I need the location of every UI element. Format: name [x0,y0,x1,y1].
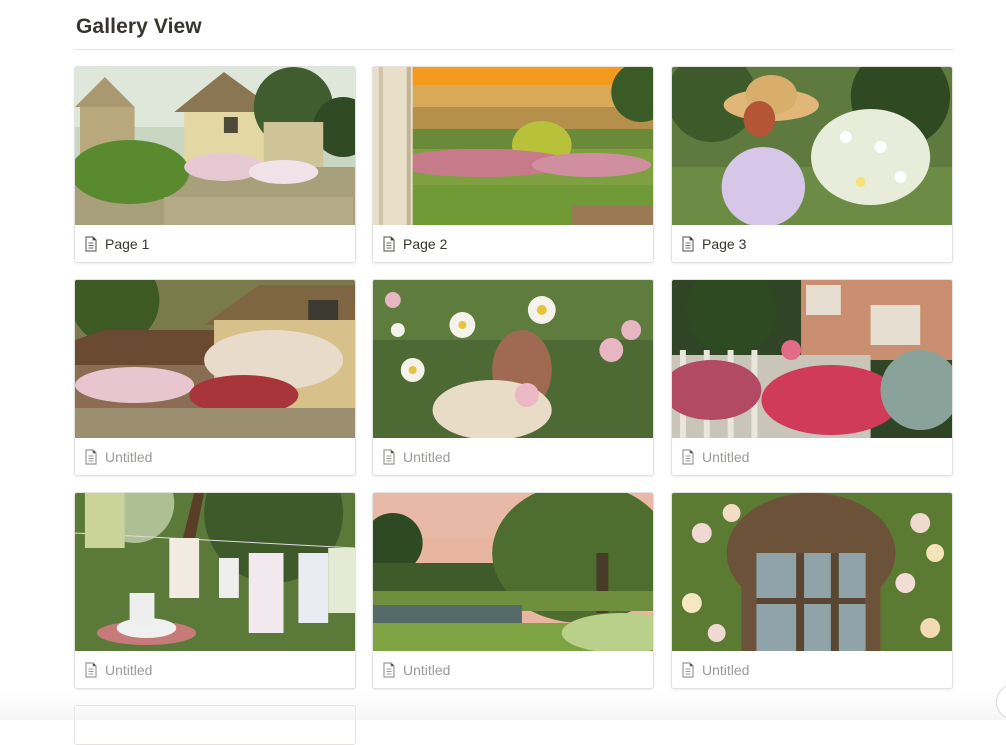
card-title: Page 3 [702,236,747,252]
gallery-card[interactable]: Untitled [372,492,654,689]
card-cover-image [672,280,952,438]
card-cover-image [75,67,355,225]
gallery-card-partial[interactable] [74,705,356,745]
gallery-card[interactable]: Untitled [74,492,356,689]
card-cover-image [75,493,355,651]
card-title: Untitled [105,662,153,678]
card-title: Untitled [702,449,750,465]
card-caption: Untitled [373,651,653,688]
gallery-card[interactable]: Page 1 [74,66,356,263]
card-cover-image [373,67,653,225]
card-title: Untitled [403,449,451,465]
page-doc-icon [682,236,694,252]
card-caption: Untitled [373,438,653,475]
gallery-card[interactable]: Untitled [671,279,953,476]
gallery-card[interactable]: Page 3 [671,66,953,263]
gallery-card[interactable]: Untitled [671,492,953,689]
card-cover-image [373,280,653,438]
card-cover-image [75,280,355,438]
card-caption: Untitled [75,651,355,688]
card-caption: Page 3 [672,225,952,262]
card-cover-image [672,493,952,651]
page-doc-icon [85,449,97,465]
card-caption: Page 2 [373,225,653,262]
card-cover-image [672,67,952,225]
help-button[interactable] [996,684,1006,720]
card-title: Page 1 [105,236,150,252]
header-divider [74,49,954,50]
card-title: Untitled [105,449,153,465]
gallery-card[interactable]: Page 2 [372,66,654,263]
card-title: Untitled [403,662,451,678]
card-caption: Untitled [672,438,952,475]
card-title: Untitled [702,662,750,678]
card-title: Page 2 [403,236,448,252]
card-caption: Untitled [672,651,952,688]
page-title: Gallery View [76,15,202,38]
card-caption: Page 1 [75,225,355,262]
page-doc-icon [85,662,97,678]
page-doc-icon [682,662,694,678]
page-doc-icon [682,449,694,465]
page-doc-icon [383,236,395,252]
card-cover-image [373,493,653,651]
gallery-header: Gallery View [76,14,954,40]
page-doc-icon [383,449,395,465]
gallery-card[interactable]: Untitled [372,279,654,476]
page-doc-icon [383,662,395,678]
card-caption: Untitled [75,438,355,475]
gallery-card[interactable]: Untitled [74,279,356,476]
page-doc-icon [85,236,97,252]
